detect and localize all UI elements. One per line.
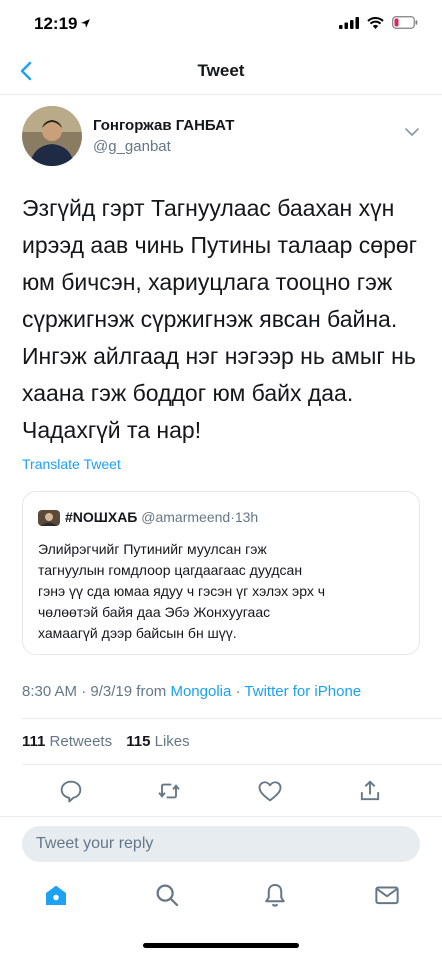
signal-icon — [339, 16, 359, 29]
tweet-text-line: юм бичсэн, хариуцлага тооцно гэж — [22, 269, 393, 295]
tweet-date: 9/3/19 — [90, 683, 133, 700]
meta-separator: · — [235, 683, 241, 700]
quoted-text-line: хамаагүй дээр байсын бн шүү. — [38, 625, 237, 641]
tweet-location-link[interactable]: Mongolia — [170, 683, 231, 700]
quoted-text-line: тагнуулын гомдлоор цагдаагаас дуудсан — [38, 562, 303, 578]
quoted-text-line: чөлөөтэй байя даа Эбэ Жонхуугаас — [38, 604, 271, 620]
likes-count: 115 — [126, 733, 151, 750]
tweet-text-line: Ингэж айлгаад нэг нэгээр нь амыг нь — [22, 343, 416, 369]
divider — [22, 764, 442, 765]
tweet-source-link[interactable]: Twitter for iPhone — [244, 683, 361, 700]
wifi-icon — [367, 16, 384, 29]
reply-button[interactable] — [57, 777, 85, 805]
meta-separator: · — [81, 683, 87, 700]
mail-icon — [375, 886, 399, 905]
author-name[interactable]: Гонгоржав ГАНБАТ — [93, 117, 234, 134]
status-bar: 12:19 — [0, 0, 442, 48]
translate-tweet-link[interactable]: Translate Tweet — [22, 456, 121, 472]
tab-home[interactable] — [41, 880, 71, 910]
tab-notifications[interactable] — [260, 880, 290, 910]
home-icon — [46, 885, 66, 905]
avatar-photo — [22, 106, 82, 166]
battery-low-icon — [392, 16, 418, 29]
quoted-author-handle: @amarmeend — [141, 509, 231, 525]
tweet-stats: 111 Retweets 115 Likes — [22, 733, 200, 750]
tab-search[interactable] — [152, 880, 182, 910]
divider — [0, 816, 442, 817]
retweets-label: Retweets — [49, 733, 113, 750]
likes-label: Likes — [154, 733, 190, 750]
quoted-tweet-card[interactable]: #NOШХАБ @amarmeend·13h Элийрэгчийг Путин… — [22, 491, 420, 655]
retweets-stat[interactable]: 111 Retweets — [22, 733, 122, 750]
quoted-tweet-header: #NOШХАБ @amarmeend·13h — [65, 509, 258, 525]
search-icon — [156, 884, 179, 907]
quoted-author-avatar — [38, 510, 60, 526]
share-button[interactable] — [356, 777, 384, 805]
quoted-tweet-text: Элийрэгчийг Путинийг муулсан гэж тагнуул… — [38, 539, 412, 644]
quoted-tweet-time: 13h — [234, 509, 259, 525]
likes-stat[interactable]: 115 Likes — [126, 733, 199, 750]
divider — [22, 718, 442, 719]
reply-input[interactable]: Tweet your reply — [22, 826, 420, 862]
tweet-text-line: Чадахгүй та нар! — [22, 417, 202, 443]
tweet-time: 8:30 AM — [22, 683, 78, 700]
tweet-text-line: хаана гэж боддог юм байх даа. — [22, 380, 354, 406]
author-avatar[interactable] — [22, 106, 82, 166]
bell-icon — [265, 884, 285, 907]
status-time: 12:19 — [34, 14, 91, 34]
status-time-text: 12:19 — [34, 14, 78, 33]
like-button[interactable] — [256, 777, 284, 805]
from-label: from — [136, 683, 167, 700]
chevron-down-icon — [405, 128, 419, 136]
retweets-count: 111 — [22, 733, 46, 750]
tweet-text-line: Эзгүйд гэрт Тагнуулаас баахан хүн — [22, 195, 395, 221]
share-icon — [360, 780, 380, 801]
quoted-avatar-photo — [38, 510, 60, 526]
tweet-text-line: сүржигнэж сүржигнэж явсан байна. — [22, 306, 398, 332]
tweet-meta: 8:30 AM · 9/3/19 from Mongolia · Twitter… — [22, 683, 361, 700]
heart-icon — [258, 781, 282, 802]
location-arrow-icon — [81, 19, 91, 28]
retweet-icon — [158, 783, 180, 799]
status-icons — [339, 16, 418, 29]
quoted-author-name: #NOШХАБ — [65, 509, 138, 525]
tab-bar — [0, 866, 442, 928]
page-title: Tweet — [197, 61, 245, 80]
nav-bar: Tweet — [0, 48, 442, 95]
home-indicator[interactable] — [143, 943, 299, 948]
tab-messages[interactable] — [372, 880, 402, 910]
tweet-text: Эзгүйд гэрт Тагнуулаас баахан хүн ирээд … — [22, 190, 422, 449]
author-handle[interactable]: @g_ganbat — [93, 138, 171, 155]
more-options-button[interactable] — [402, 122, 422, 142]
tweet-text-line: ирээд аав чинь Путины талаар сөрөг — [22, 232, 418, 258]
quoted-text-line: Элийрэгчийг Путинийг муулсан гэж — [38, 541, 267, 557]
retweet-button[interactable] — [155, 777, 183, 805]
tweet-actions — [0, 772, 442, 810]
reply-icon — [60, 780, 82, 803]
quoted-text-line: гэнэ үү сда юмаа ядуу ч гэсэн үг хэлэх э… — [38, 583, 326, 599]
